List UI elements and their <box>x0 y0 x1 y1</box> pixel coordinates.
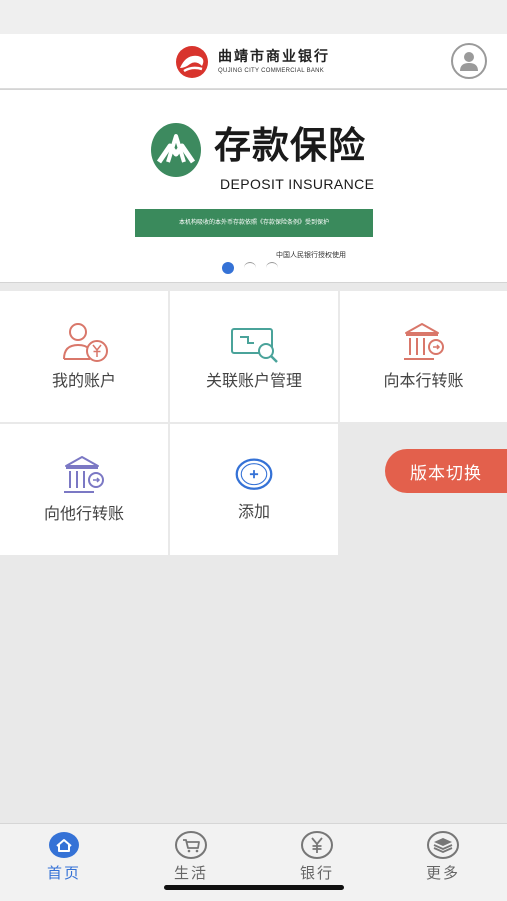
carousel-dot[interactable] <box>266 262 278 274</box>
status-bar <box>0 0 507 34</box>
tab-life[interactable]: 生活 <box>151 830 231 883</box>
account-yuan-icon <box>63 323 108 362</box>
tab-bank[interactable]: 银行 <box>277 830 357 883</box>
bank-logo: 曲靖市商业银行 QUJING CITY COMMERCIAL BANK <box>172 44 330 80</box>
home-icon <box>49 832 79 858</box>
tile-my-account[interactable]: 我的账户 <box>0 291 168 422</box>
tab-home[interactable]: 首页 <box>24 830 104 883</box>
tab-more[interactable]: 更多 <box>403 830 483 883</box>
tile-label: 关联账户管理 <box>205 371 302 390</box>
tile-label: 向本行转账 <box>383 371 464 390</box>
banner-protection-text: 本机构吸收的本外币存款依照《存款保险条例》受到保护 <box>135 209 373 237</box>
tile-add[interactable]: 添加 <box>170 424 338 555</box>
version-switch-button[interactable]: 版本切换 <box>385 449 507 493</box>
carousel-dot[interactable] <box>244 262 256 274</box>
tile-linked-account-management[interactable]: 关联账户管理 <box>170 291 338 422</box>
bank-name-cn: 曲靖市商业银行 <box>218 49 330 65</box>
carousel-indicator[interactable] <box>222 262 278 274</box>
home-indicator[interactable] <box>164 885 344 890</box>
stack-icon <box>427 831 459 859</box>
bank-logo-icon <box>176 46 208 78</box>
tile-label: 向他行转账 <box>43 504 124 523</box>
deposit-insurance-logo-icon <box>151 123 201 177</box>
banner-title: 存款保险 <box>214 124 366 167</box>
carousel-dot-active[interactable] <box>222 262 234 274</box>
app-header: 曲靖市商业银行 QUJING CITY COMMERCIAL BANK <box>0 34 507 89</box>
bank-transfer-icon <box>403 323 444 360</box>
tile-label: 添加 <box>237 502 270 521</box>
deposit-insurance-banner[interactable]: 存款保险 DEPOSIT INSURANCE 本机构吸收的本外币存款依照《存款保… <box>0 89 507 283</box>
tab-label: 银行 <box>299 864 334 882</box>
tab-label: 首页 <box>46 864 81 882</box>
tile-transfer-other-bank[interactable]: 向他行转账 <box>0 424 168 555</box>
tile-transfer-same-bank[interactable]: 向本行转账 <box>340 291 507 422</box>
other-bank-transfer-icon <box>64 456 104 493</box>
tab-label: 更多 <box>425 864 460 882</box>
banner-authorization-note: 中国人民银行授权使用 <box>276 251 346 259</box>
tile-label: 我的账户 <box>51 371 116 390</box>
cart-icon <box>175 831 207 859</box>
bank-name-en: QUJING CITY COMMERCIAL BANK <box>218 68 325 74</box>
linked-card-search-icon <box>231 328 278 363</box>
banner-subtitle: DEPOSIT INSURANCE <box>220 176 375 192</box>
tab-label: 生活 <box>173 864 208 882</box>
user-profile-button[interactable] <box>451 43 487 79</box>
add-circle-icon <box>235 458 273 490</box>
user-icon <box>460 52 478 71</box>
yuan-coin-icon <box>301 831 333 859</box>
